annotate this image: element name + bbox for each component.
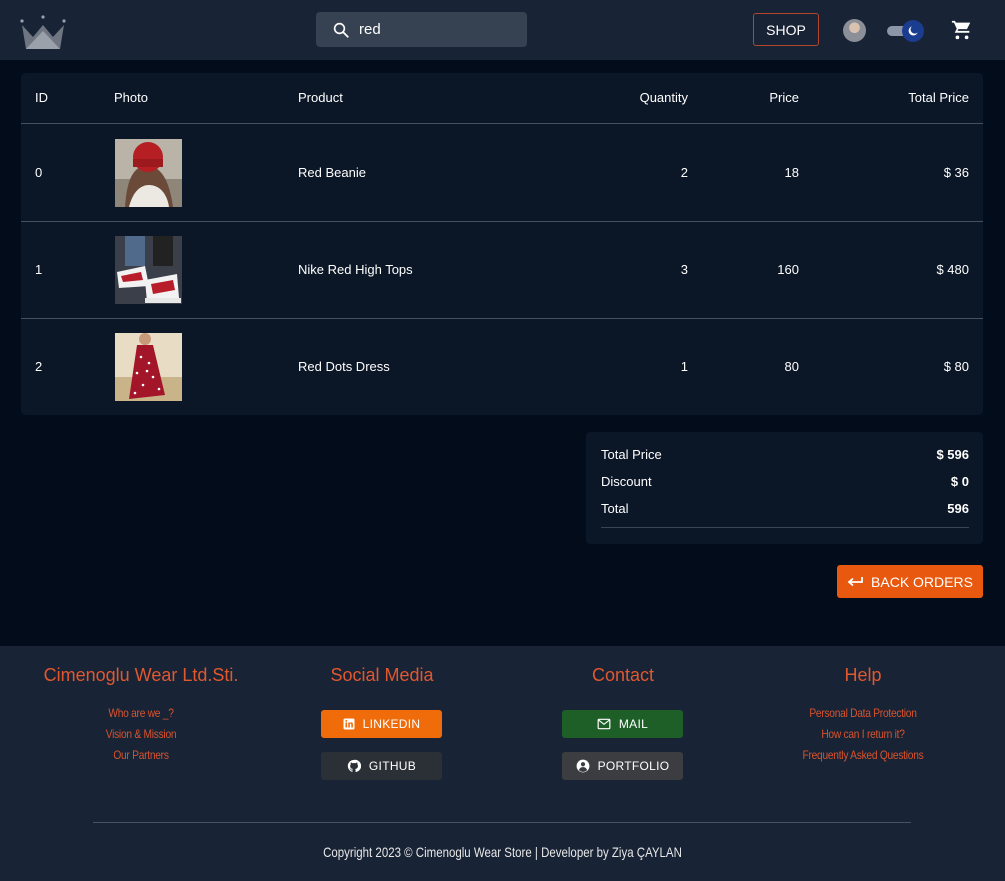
account-circle-icon [576, 759, 589, 773]
column-header-total-price: Total Price [908, 90, 969, 105]
footer-contact-title: Contact [591, 665, 655, 685]
row-price: 18 [784, 165, 799, 180]
row-product: Red Beanie [298, 165, 366, 180]
user-avatar[interactable] [843, 19, 866, 42]
footer-divider [93, 822, 911, 823]
row-total-price: $ 80 [943, 359, 969, 374]
total-label: Total [601, 501, 629, 516]
header-divider [21, 123, 983, 124]
site-footer: Cimenoglu Wear Ltd.Sti. Who are we _? Vi… [0, 646, 1005, 881]
portfolio-label: PORTFOLIO [597, 759, 670, 773]
back-orders-label: BACK ORDERS [871, 573, 973, 590]
row-quantity: 2 [680, 165, 688, 180]
search-icon[interactable] [332, 21, 350, 39]
total-price-label: Total Price [601, 447, 662, 462]
app-header: SHOP [0, 0, 1005, 60]
total-value: 596 [947, 501, 969, 516]
copyright-text: Copyright 2023 © Cimenoglu Wear Store | … [323, 844, 682, 860]
summary-divider [601, 527, 969, 528]
row-id: 2 [35, 359, 43, 374]
row-quantity: 3 [680, 262, 688, 277]
row-id: 1 [35, 262, 43, 277]
github-icon [347, 759, 361, 773]
row-price: 80 [784, 359, 799, 374]
row-id: 0 [35, 165, 43, 180]
search-input[interactable] [359, 21, 509, 38]
linkedin-icon [343, 718, 355, 730]
footer-company-title: Cimenoglu Wear Ltd.Sti. [43, 665, 239, 685]
discount-label: Discount [601, 474, 652, 489]
footer-social-title: Social Media [330, 665, 434, 685]
row-product: Red Dots Dress [298, 359, 390, 374]
row-divider [21, 221, 983, 222]
footer-link-who-are-we[interactable]: Who are we _? [56, 706, 226, 720]
portfolio-button[interactable]: PORTFOLIO [562, 752, 683, 780]
column-header-quantity: Quantity [639, 90, 688, 105]
crown-logo-icon[interactable] [20, 13, 66, 51]
row-total-price: $ 480 [936, 262, 969, 277]
column-header-price: Price [769, 90, 799, 105]
footer-link-return[interactable]: How can I return it? [778, 727, 948, 741]
shop-button[interactable]: SHOP [753, 13, 819, 46]
discount-value: $ 0 [950, 474, 969, 489]
row-quantity: 1 [680, 359, 688, 374]
moon-icon [908, 26, 918, 36]
linkedin-label: LINKEDIN [362, 717, 421, 731]
search-bar [316, 12, 527, 47]
order-items-table: ID Photo Product Quantity Price Total Pr… [21, 73, 983, 415]
github-button[interactable]: GITHUB [321, 752, 442, 780]
mail-icon [597, 718, 611, 730]
column-header-product: Product [298, 90, 343, 105]
github-label: GITHUB [368, 759, 417, 773]
footer-help-title: Help [844, 665, 882, 685]
red-sneakers-photo [115, 236, 182, 304]
mail-label: MAIL [618, 717, 649, 731]
linkedin-button[interactable]: LINKEDIN [321, 710, 442, 738]
column-header-photo: Photo [114, 90, 148, 105]
row-product: Nike Red High Tops [298, 262, 413, 277]
row-total-price: $ 36 [943, 165, 969, 180]
theme-toggle-knob[interactable] [902, 20, 924, 42]
footer-link-data-protection[interactable]: Personal Data Protection [778, 706, 948, 720]
red-beanie-photo [115, 139, 182, 207]
return-arrow-icon [847, 576, 863, 586]
mail-button[interactable]: MAIL [562, 710, 683, 738]
order-summary: Total Price $ 596 Discount $ 0 Total 596 [586, 432, 983, 544]
row-price: 160 [777, 262, 799, 277]
column-header-id: ID [35, 90, 48, 105]
red-dress-photo [115, 333, 182, 401]
footer-link-vision-mission[interactable]: Vision & Mission [56, 727, 226, 741]
row-divider [21, 318, 983, 319]
total-price-value: $ 596 [936, 447, 969, 462]
footer-link-our-partners[interactable]: Our Partners [56, 748, 226, 762]
footer-link-faq[interactable]: Frequently Asked Questions [778, 748, 948, 762]
shopping-cart-icon[interactable] [951, 19, 973, 41]
back-orders-button[interactable]: BACK ORDERS [837, 565, 983, 598]
